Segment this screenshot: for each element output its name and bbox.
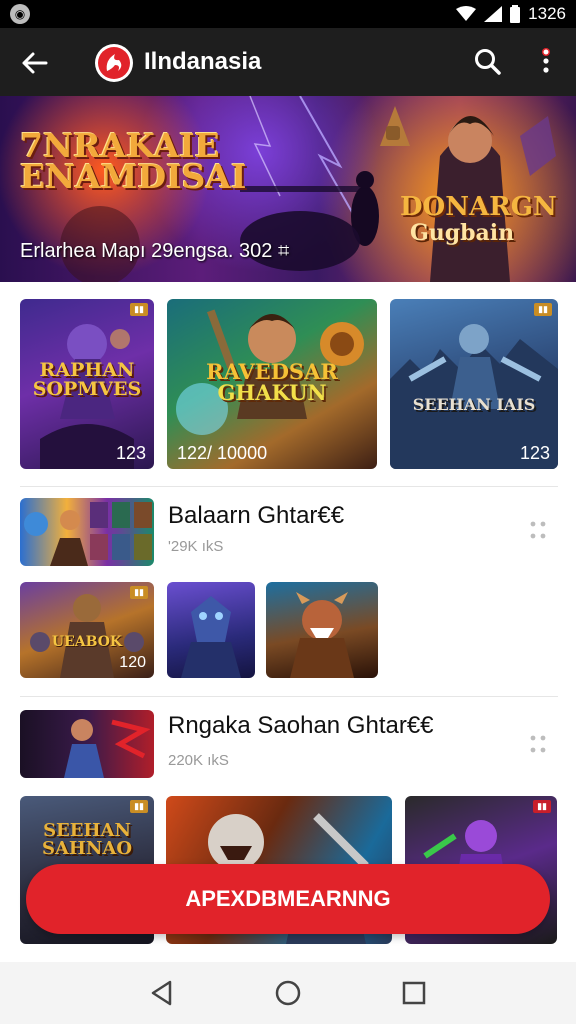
status-icons: 1326	[456, 4, 566, 24]
card-badge: ▮▮	[130, 800, 148, 813]
recents-square-icon[interactable]	[400, 979, 428, 1007]
section-title[interactable]: Rngaka Saohan Ghtar€€	[168, 712, 434, 740]
card-count: 122/ 10000	[177, 443, 268, 463]
banner-left-title-line2: ENAMDISAI	[20, 157, 247, 197]
card-badge: ▮▮	[534, 303, 552, 316]
card-title-line2: SAHNAO	[41, 838, 133, 859]
home-circle-icon[interactable]	[274, 979, 302, 1007]
game-card[interactable]: ▮▮ UEABOK 120	[20, 582, 154, 678]
banner-right-title-line1: DONARGN	[400, 192, 557, 222]
cta-button[interactable]: APEXDBMEARNNG	[26, 864, 550, 934]
card-title: RAVEDSAR GHAKUN	[167, 361, 377, 403]
flame-logo-icon	[98, 47, 130, 79]
battery-icon	[510, 5, 521, 23]
back-triangle-icon[interactable]	[148, 979, 176, 1007]
more-options-icon[interactable]	[526, 732, 550, 756]
card-count: 123	[115, 443, 146, 463]
app-title: Ilndanasia	[144, 48, 262, 75]
section-subtitle: '29K ıkS	[168, 538, 224, 555]
wifi-icon	[456, 6, 477, 21]
more-options-icon[interactable]	[526, 518, 550, 542]
section-title[interactable]: Balaarn Ghtar€€	[168, 502, 344, 530]
card-title: UEABOK	[51, 634, 123, 650]
hero-banner[interactable]: 7NRAKAIE ENAMDISAI DONARGN Gugbain Erlar…	[0, 96, 576, 282]
status-bar: ◉ 1326	[0, 0, 576, 28]
search-icon[interactable]	[472, 46, 504, 78]
card-title: SEEHAN IAIS	[412, 395, 536, 414]
card-badge: ▮▮	[130, 303, 148, 316]
featured-card[interactable]: ▮▮ RAPHAN SOPMVES 123	[20, 299, 154, 469]
card-title-line1: RAVEDSAR	[206, 359, 338, 384]
divider	[20, 486, 558, 487]
card-count: 123	[519, 443, 550, 463]
divider	[20, 696, 558, 697]
section-thumbnail[interactable]	[20, 710, 154, 778]
signal-icon	[484, 6, 503, 22]
app-bar: Ilndanasia	[0, 28, 576, 96]
card-title: RAPHAN SOPMVES	[20, 361, 154, 399]
featured-card[interactable]: ▮▮ SEEHAN IAIS 123	[390, 299, 558, 469]
banner-caption: Erlarhea Mapı 29engsa. 302 ⌗	[20, 240, 290, 262]
card-badge: ▮▮	[130, 586, 148, 599]
thumbnail-artwork	[64, 719, 151, 778]
card-artwork	[290, 592, 354, 678]
system-nav-bar	[0, 962, 576, 1024]
game-card[interactable]	[167, 582, 255, 678]
status-time: 1326	[528, 4, 566, 23]
section-thumbnail[interactable]	[20, 498, 154, 566]
banner-right-title-line2: Gugbain	[410, 220, 515, 246]
featured-card[interactable]: RAVEDSAR GHAKUN 122/ 10000	[167, 299, 377, 469]
thumbnail-artwork	[24, 502, 152, 566]
card-title-line2: SOPMVES	[32, 378, 142, 400]
card-count: 120	[119, 654, 146, 671]
card-artwork	[181, 596, 241, 678]
notification-icon: ◉	[10, 4, 30, 24]
card-title-line2: GHAKUN	[217, 380, 327, 405]
section-subtitle: 220K ıkS	[168, 752, 229, 769]
more-options-icon[interactable]	[536, 44, 556, 80]
card-title: SEEHAN SAHNAO	[20, 822, 154, 858]
banner-left-title: 7NRAKAIE ENAMDISAI	[20, 129, 247, 197]
app-logo	[95, 44, 133, 82]
back-arrow-icon[interactable]	[18, 46, 52, 80]
game-card[interactable]	[266, 582, 378, 678]
